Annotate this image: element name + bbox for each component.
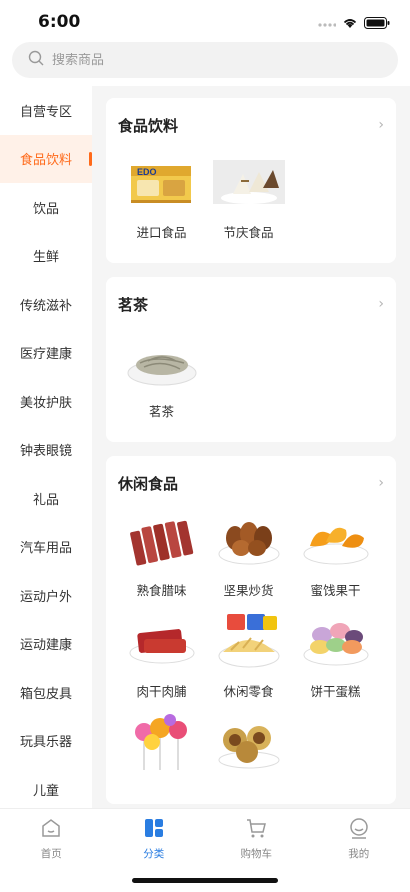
- subcategory-item[interactable]: 茗茶: [118, 331, 205, 420]
- sidebar-item-label: 运动户外: [19, 589, 72, 605]
- sidebar-item-beverages[interactable]: 饮品: [0, 183, 92, 232]
- search-bar[interactable]: [12, 42, 398, 78]
- sidebar-item-medical[interactable]: 医疗建康: [0, 329, 92, 378]
- subcategory-label: 坚果炒货: [223, 583, 274, 598]
- profile-icon: [348, 817, 370, 843]
- tab-label: 首页: [40, 848, 62, 860]
- section-title: 休闲食品: [118, 474, 179, 493]
- signal-icon: [318, 14, 337, 33]
- tab-home[interactable]: 首页: [0, 809, 103, 892]
- lollipop-image: [126, 712, 198, 772]
- sidebar-item-label: 儿童: [32, 783, 59, 799]
- rice-dumpling-image: [212, 152, 285, 212]
- sidebar-item-outdoor[interactable]: 运动户外: [0, 571, 92, 620]
- sidebar-item-auto[interactable]: 汽车用品: [0, 523, 92, 572]
- search-input[interactable]: [52, 52, 352, 68]
- subcategory-item[interactable]: [205, 712, 292, 782]
- sidebar-item-label: 礼品: [32, 492, 59, 508]
- section-card: 食品饮料 › EDO 进口食品 节庆食品: [106, 98, 396, 263]
- status-icons: [318, 14, 390, 33]
- subcategory-item[interactable]: 蜜饯果干: [292, 510, 379, 599]
- chevron-right-icon: ›: [378, 117, 384, 133]
- sidebar-item-tonics[interactable]: 传统滋补: [0, 280, 92, 329]
- sidebar-item-label: 生鲜: [32, 250, 59, 266]
- subcategory-item[interactable]: 坚果炒货: [205, 510, 292, 599]
- pecan-nuts-image: [213, 510, 285, 570]
- battery-icon: [364, 14, 390, 33]
- subcategory-label: 蜜饯果干: [310, 583, 361, 598]
- section-card: 茗茶 › 茗茶: [106, 277, 396, 442]
- cart-icon: [245, 817, 267, 843]
- cured-meat-image: [126, 510, 198, 570]
- sidebar-item-label: 汽车用品: [19, 541, 72, 557]
- section-header[interactable]: 休闲食品 ›: [118, 470, 384, 496]
- subcategory-label: 饼干蛋糕: [310, 684, 361, 699]
- tab-label: 购物车: [240, 848, 273, 860]
- tab-label: 我的: [348, 848, 370, 860]
- sidebar-item-label: 自营专区: [19, 104, 72, 120]
- subcategory-label: 休闲零食: [223, 684, 274, 699]
- sidebar-item-label: 医疗建康: [19, 347, 72, 363]
- sidebar-item-label: 运动建康: [19, 638, 72, 654]
- chips-snack-image: [213, 611, 285, 671]
- tab-profile[interactable]: 我的: [308, 809, 410, 892]
- sidebar-item-food-drinks[interactable]: 食品饮料: [0, 134, 92, 183]
- subcategory-item[interactable]: 休闲零食: [205, 611, 292, 700]
- biscuit-box-image: EDO: [126, 152, 198, 212]
- section-header[interactable]: 食品饮料 ›: [118, 112, 384, 138]
- macaron-image: [300, 611, 372, 671]
- tab-label: 分类: [143, 848, 165, 860]
- sidebar-item-watches[interactable]: 钟表眼镜: [0, 426, 92, 475]
- search-icon: [28, 50, 44, 70]
- dried-mango-image: [300, 510, 372, 570]
- svg-text:EDO: EDO: [137, 167, 157, 177]
- sidebar-item-fresh[interactable]: 生鲜: [0, 232, 92, 281]
- subcategory-item[interactable]: 熟食腊味: [118, 510, 205, 599]
- tea-leaves-image: [126, 331, 198, 391]
- chocolate-ball-image: [213, 712, 285, 772]
- section-header[interactable]: 茗茶 ›: [118, 291, 384, 317]
- section-title: 食品饮料: [118, 116, 179, 135]
- chevron-right-icon: ›: [378, 475, 384, 491]
- sidebar-item-label: 玩具乐器: [19, 735, 72, 751]
- section-card: 休闲食品 › 熟食腊味 坚果炒货 蜜饯果干 肉干肉脯 休闲零食 饼干蛋糕: [106, 456, 396, 804]
- sidebar-item-kids[interactable]: 儿童: [0, 765, 92, 808]
- sidebar-item-sports-health[interactable]: 运动建康: [0, 620, 92, 669]
- status-time: 6:00: [38, 12, 81, 32]
- subcategory-item[interactable]: [118, 712, 205, 782]
- sidebar-item-self-operated[interactable]: 自营专区: [0, 86, 92, 135]
- sidebar-item-label: 箱包皮具: [19, 686, 72, 702]
- subcategory-label: 节庆食品: [223, 225, 274, 240]
- jerky-image: [126, 611, 198, 671]
- sidebar-item-label: 钟表眼镜: [19, 444, 72, 460]
- sidebar-item-label: 美妆护肤: [19, 395, 72, 411]
- subcategory-item[interactable]: 肉干肉脯: [118, 611, 205, 700]
- subcategory-label: 肉干肉脯: [136, 684, 187, 699]
- category-sidebar: 自营专区 食品饮料 饮品 生鲜 传统滋补 医疗建康 美妆护肤 钟表眼镜 礼品 汽…: [0, 86, 92, 808]
- sidebar-item-label: 饮品: [32, 201, 59, 217]
- chevron-right-icon: ›: [378, 296, 384, 312]
- home-indicator[interactable]: [132, 878, 278, 883]
- sidebar-item-gifts[interactable]: 礼品: [0, 474, 92, 523]
- sidebar-item-label: 食品饮料: [19, 153, 72, 169]
- wifi-icon: [342, 14, 358, 33]
- sidebar-item-beauty[interactable]: 美妆护肤: [0, 377, 92, 426]
- subcategory-item[interactable]: EDO 进口食品: [118, 152, 205, 241]
- subcategory-item[interactable]: 节庆食品: [205, 152, 292, 241]
- status-bar: 6:00: [0, 0, 410, 44]
- sidebar-item-luggage[interactable]: 箱包皮具: [0, 668, 92, 717]
- subcategory-item[interactable]: 饼干蛋糕: [292, 611, 379, 700]
- subcategory-label: 茗茶: [148, 404, 174, 419]
- category-content: 食品饮料 › EDO 进口食品 节庆食品 茗茶 › 茗茶 休闲食品 › 熟食腊味…: [92, 86, 410, 808]
- category-icon: [143, 817, 165, 843]
- sidebar-item-toys[interactable]: 玩具乐器: [0, 717, 92, 766]
- section-title: 茗茶: [118, 295, 149, 314]
- home-icon: [40, 817, 62, 843]
- subcategory-label: 进口食品: [136, 225, 187, 240]
- sidebar-item-label: 传统滋补: [19, 298, 72, 314]
- subcategory-label: 熟食腊味: [136, 583, 187, 598]
